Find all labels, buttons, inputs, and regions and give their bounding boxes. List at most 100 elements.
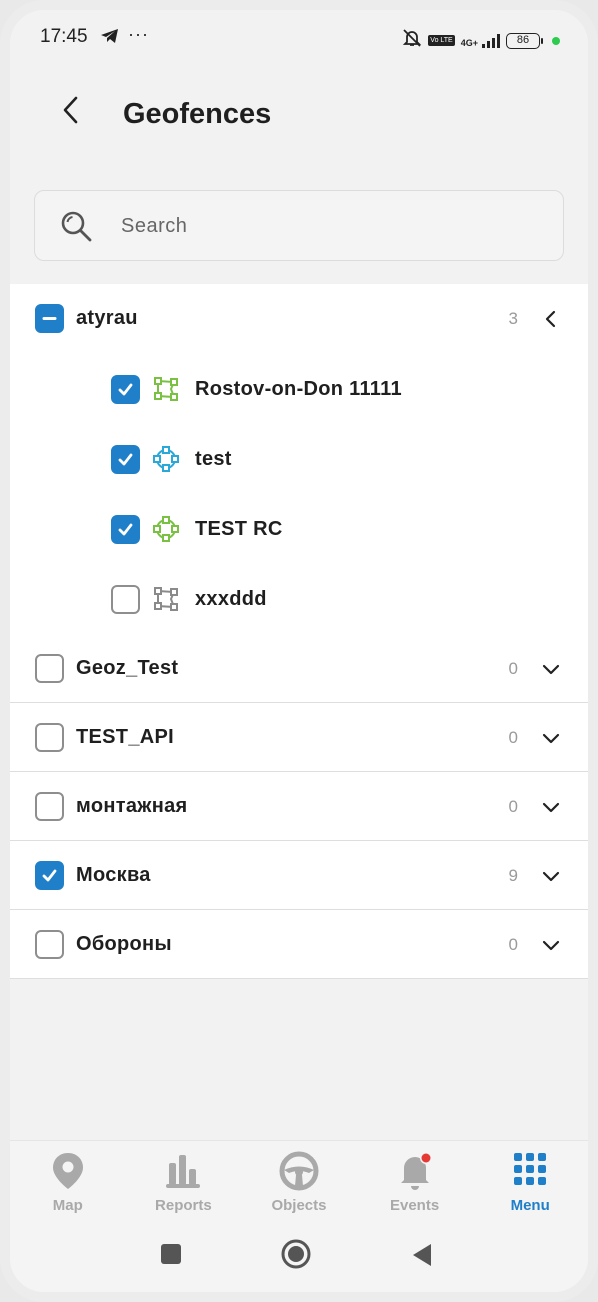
group-row-atyrau[interactable]: atyrau 3 bbox=[10, 284, 588, 354]
geofence-item[interactable]: TEST RC bbox=[10, 494, 588, 564]
chevron-down-icon bbox=[542, 940, 560, 951]
check-icon bbox=[118, 523, 133, 536]
expand-button[interactable] bbox=[540, 865, 562, 892]
bottom-navigation: Map Reports Objects Events Menu bbox=[10, 1140, 588, 1292]
group-name: atyrau bbox=[76, 307, 138, 329]
status-bar: 17:45 ··· Vo LTE 4G+ 86 bbox=[10, 24, 588, 54]
battery-indicator: 86 bbox=[506, 32, 543, 49]
group-checkbox[interactable] bbox=[35, 723, 64, 752]
group-name: TEST_API bbox=[76, 726, 174, 748]
bell-icon bbox=[396, 1151, 434, 1196]
group-name: Москва bbox=[76, 864, 151, 886]
group-checkbox[interactable] bbox=[35, 654, 64, 683]
circle-geofence-icon bbox=[153, 516, 179, 547]
signal-icon: 4G+ bbox=[460, 33, 500, 48]
map-pin-icon bbox=[51, 1151, 85, 1196]
notification-badge bbox=[421, 1153, 431, 1163]
grid-menu-icon bbox=[512, 1151, 548, 1192]
group-count: 0 bbox=[508, 728, 518, 747]
chevron-down-icon bbox=[542, 664, 560, 675]
geofence-item[interactable]: xxxddd bbox=[10, 564, 588, 634]
screen: 17:45 ··· Vo LTE 4G+ 86 Geofences Search… bbox=[10, 10, 588, 1292]
group-checkbox[interactable] bbox=[35, 861, 64, 890]
telegram-icon bbox=[100, 28, 120, 49]
network-type: 4G+ bbox=[460, 37, 478, 48]
polygon-geofence-icon bbox=[153, 376, 179, 407]
home-button[interactable] bbox=[280, 1238, 312, 1275]
tab-label: Map bbox=[52, 1197, 83, 1214]
circle-geofence-icon bbox=[153, 446, 179, 477]
search-icon bbox=[59, 209, 93, 248]
minus-icon bbox=[42, 317, 57, 320]
group-count: 0 bbox=[508, 659, 518, 678]
system-back-button[interactable] bbox=[410, 1242, 434, 1273]
group-name: монтажная bbox=[76, 795, 188, 817]
group-row[interactable]: монтажная 0 bbox=[10, 772, 588, 841]
tab-menu[interactable]: Menu bbox=[472, 1141, 588, 1227]
recents-button[interactable] bbox=[159, 1242, 183, 1271]
search-box[interactable] bbox=[34, 190, 564, 261]
steering-wheel-icon bbox=[279, 1151, 319, 1196]
expand-button[interactable] bbox=[540, 796, 562, 823]
group-count: 9 bbox=[508, 866, 518, 885]
item-checkbox[interactable] bbox=[111, 445, 140, 474]
status-time: 17:45 bbox=[40, 26, 88, 47]
tab-events[interactable]: Events bbox=[357, 1141, 473, 1227]
group-checkbox[interactable] bbox=[35, 792, 64, 821]
group-count: 0 bbox=[508, 935, 518, 954]
chevron-down-icon bbox=[542, 871, 560, 882]
home-circle-icon bbox=[281, 1239, 311, 1269]
bar-chart-icon bbox=[165, 1151, 201, 1194]
tab-map[interactable]: Map bbox=[10, 1141, 126, 1227]
privacy-dot bbox=[552, 36, 560, 45]
expand-button[interactable] bbox=[540, 658, 562, 685]
chevron-down-icon bbox=[542, 733, 560, 744]
status-icons: Vo LTE 4G+ 86 bbox=[402, 28, 560, 53]
collapse-button[interactable] bbox=[540, 308, 562, 335]
item-checkbox[interactable] bbox=[111, 375, 140, 404]
group-count: 0 bbox=[508, 797, 518, 816]
geofence-list: atyrau 3 Rostov-on-Don 11111 test TEST R… bbox=[10, 284, 588, 979]
check-icon bbox=[118, 383, 133, 396]
group-checkbox-partial[interactable] bbox=[35, 304, 64, 333]
system-navigation bbox=[10, 1236, 588, 1276]
group-checkbox[interactable] bbox=[35, 930, 64, 959]
geofence-name: TEST RC bbox=[195, 518, 283, 540]
geofence-name: test bbox=[195, 448, 232, 470]
group-name: Geoz_Test bbox=[76, 657, 179, 679]
tab-objects[interactable]: Objects bbox=[241, 1141, 357, 1227]
group-row[interactable]: TEST_API 0 bbox=[10, 703, 588, 772]
search-input[interactable] bbox=[121, 205, 521, 247]
group-count: 3 bbox=[508, 309, 518, 328]
tab-label: Menu bbox=[510, 1197, 550, 1214]
check-icon bbox=[118, 453, 133, 466]
group-row[interactable]: Geoz_Test 0 bbox=[10, 634, 588, 703]
item-checkbox[interactable] bbox=[111, 585, 140, 614]
geofence-name: xxxddd bbox=[195, 588, 267, 610]
expand-button[interactable] bbox=[540, 727, 562, 754]
group-row[interactable]: Москва 9 bbox=[10, 841, 588, 910]
group-row[interactable]: Обороны 0 bbox=[10, 910, 588, 979]
expand-button[interactable] bbox=[540, 934, 562, 961]
triangle-back-icon bbox=[413, 1244, 431, 1266]
tab-label: Reports bbox=[155, 1197, 212, 1214]
chevron-left-icon bbox=[63, 96, 78, 124]
tab-label: Events bbox=[389, 1197, 440, 1214]
geofence-item[interactable]: Rostov-on-Don 11111 bbox=[10, 354, 588, 424]
page-title: Geofences bbox=[123, 98, 272, 130]
tab-bar: Map Reports Objects Events Menu bbox=[10, 1141, 588, 1227]
chevron-down-icon bbox=[542, 802, 560, 813]
status-more: ··· bbox=[128, 24, 149, 44]
mute-icon bbox=[402, 28, 422, 53]
geofence-name: Rostov-on-Don 11111 bbox=[195, 378, 402, 400]
group-name: Обороны bbox=[76, 933, 172, 955]
volte-badge: Vo LTE bbox=[428, 35, 455, 46]
chevron-left-icon bbox=[545, 310, 556, 328]
tab-label: Objects bbox=[271, 1197, 327, 1214]
tab-reports[interactable]: Reports bbox=[126, 1141, 242, 1227]
square-icon bbox=[161, 1244, 181, 1264]
check-icon bbox=[42, 869, 57, 882]
geofence-item[interactable]: test bbox=[10, 424, 588, 494]
item-checkbox[interactable] bbox=[111, 515, 140, 544]
back-button[interactable] bbox=[56, 92, 86, 128]
